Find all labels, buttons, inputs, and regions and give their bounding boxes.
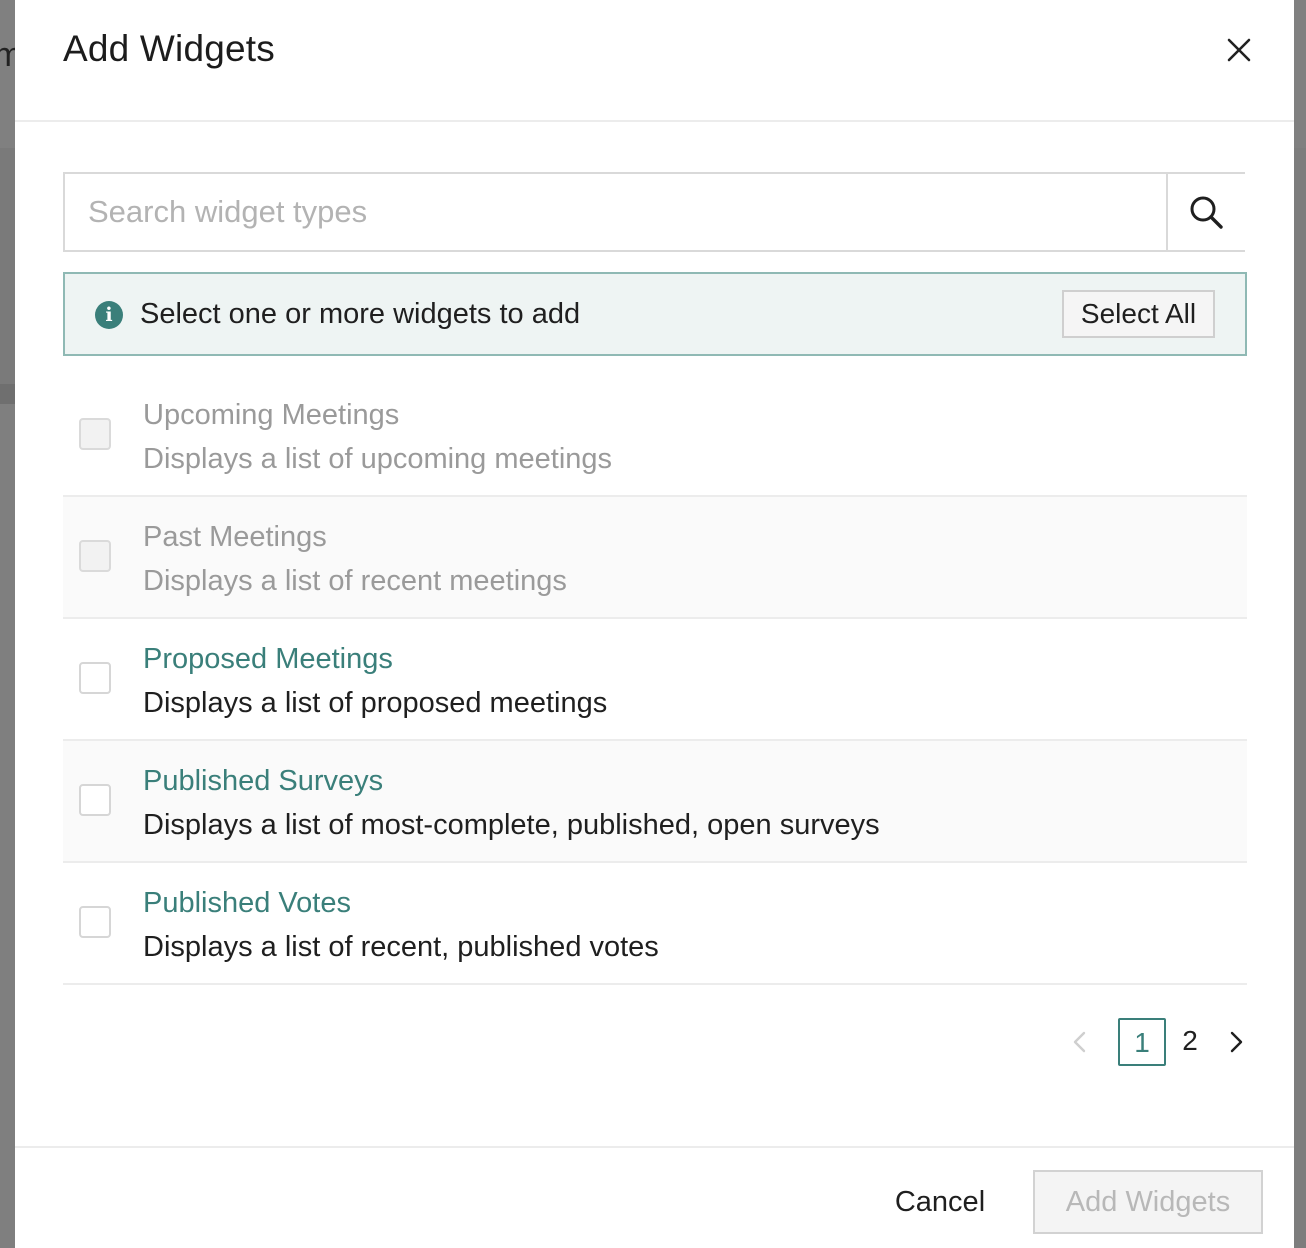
widget-row-published-votes[interactable]: Published Votes Displays a list of recen… bbox=[63, 863, 1247, 985]
widget-checkbox[interactable] bbox=[79, 784, 111, 816]
dialog-title: Add Widgets bbox=[63, 28, 275, 69]
previous-page-button[interactable] bbox=[1065, 1018, 1093, 1066]
info-banner: i Select one or more widgets to add Sele… bbox=[63, 272, 1247, 356]
dialog-footer: Cancel Add Widgets bbox=[15, 1146, 1294, 1248]
info-banner-text: Select one or more widgets to add bbox=[140, 298, 581, 330]
widget-title: Past Meetings bbox=[143, 521, 327, 553]
search-button[interactable] bbox=[1166, 174, 1245, 250]
search-box bbox=[63, 172, 1245, 252]
widget-row-upcoming-meetings: Upcoming Meetings Displays a list of upc… bbox=[63, 375, 1247, 497]
add-widgets-button[interactable]: Add Widgets bbox=[1033, 1170, 1263, 1234]
widget-title: Published Votes bbox=[143, 887, 351, 919]
close-button[interactable] bbox=[1219, 30, 1259, 70]
widget-description: Displays a list of most-complete, publis… bbox=[143, 809, 880, 841]
chevron-left-icon bbox=[1073, 1031, 1086, 1053]
widget-description: Displays a list of upcoming meetings bbox=[143, 443, 613, 475]
chevron-right-icon bbox=[1230, 1031, 1243, 1053]
widget-row-proposed-meetings[interactable]: Proposed Meetings Displays a list of pro… bbox=[63, 619, 1247, 741]
widget-checkbox[interactable] bbox=[79, 662, 111, 694]
widget-row-past-meetings: Past Meetings Displays a list of recent … bbox=[63, 497, 1247, 619]
page-1-button[interactable]: 1 bbox=[1118, 1018, 1166, 1066]
cancel-button[interactable]: Cancel bbox=[881, 1178, 999, 1226]
widget-checkbox[interactable] bbox=[79, 418, 111, 450]
widget-checkbox[interactable] bbox=[79, 906, 111, 938]
dialog-header: Add Widgets bbox=[15, 0, 1294, 122]
widget-description: Displays a list of recent meetings bbox=[143, 565, 567, 597]
background-page-right-edge bbox=[1294, 0, 1306, 1248]
widget-description: Displays a list of recent, published vot… bbox=[143, 931, 659, 963]
add-widgets-dialog: Add Widgets i Select one or more widgets… bbox=[15, 0, 1294, 1248]
widget-row-published-surveys[interactable]: Published Surveys Displays a list of mos… bbox=[63, 741, 1247, 863]
background-page-left-edge: m bbox=[0, 0, 15, 1248]
page-2-button[interactable]: 2 bbox=[1166, 1018, 1214, 1066]
search-input[interactable] bbox=[65, 174, 1167, 250]
widget-title: Upcoming Meetings bbox=[143, 399, 400, 431]
widget-title: Published Surveys bbox=[143, 765, 384, 797]
widget-title: Proposed Meetings bbox=[143, 643, 393, 675]
search-icon bbox=[1190, 196, 1223, 229]
info-icon: i bbox=[95, 301, 123, 329]
close-icon bbox=[1227, 38, 1251, 62]
widget-description: Displays a list of proposed meetings bbox=[143, 687, 608, 719]
widget-checkbox[interactable] bbox=[79, 540, 111, 572]
select-all-button[interactable]: Select All bbox=[1062, 290, 1215, 338]
next-page-button[interactable] bbox=[1223, 1018, 1251, 1066]
